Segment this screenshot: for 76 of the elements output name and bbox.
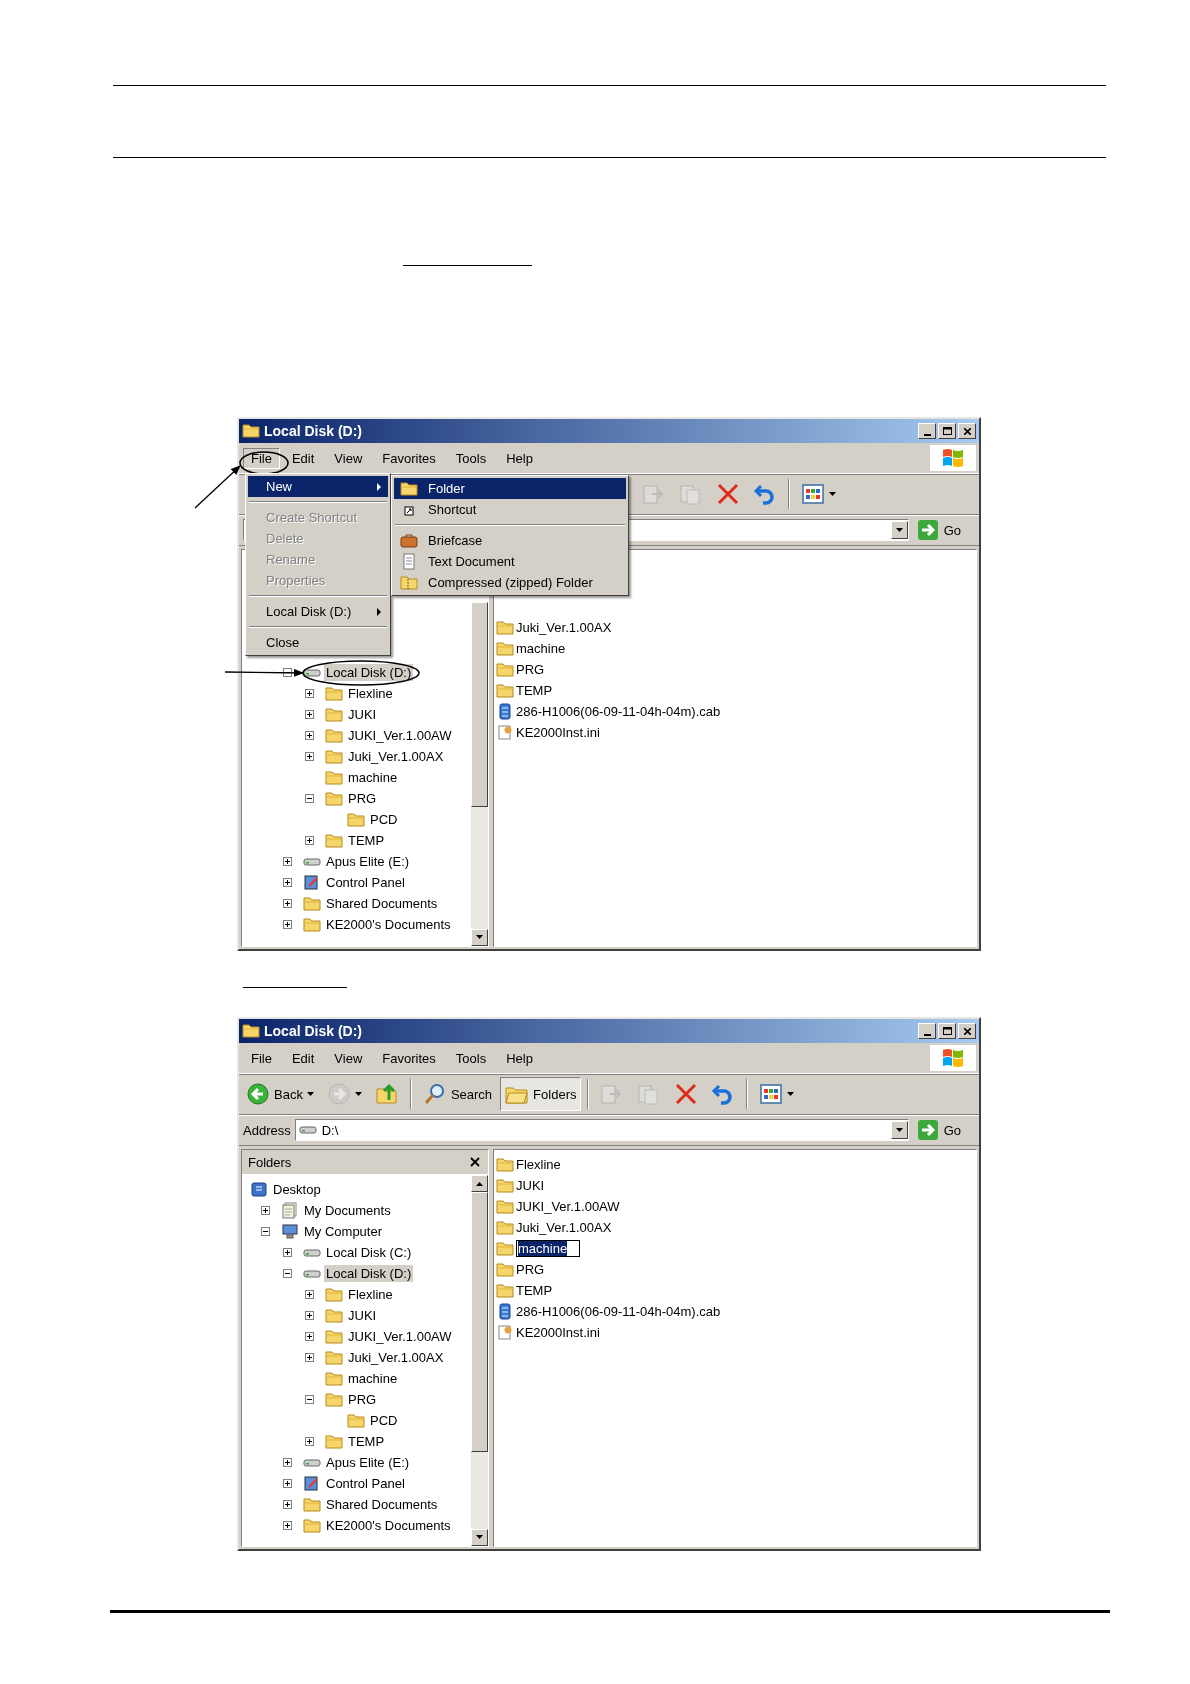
menu-item[interactable]: View	[326, 1047, 371, 1069]
menu-item[interactable]: Favorites	[374, 1047, 444, 1069]
pane-title: Folders	[248, 1154, 292, 1170]
back-button[interactable]: Back	[241, 1077, 319, 1111]
rename-field[interactable]: machine	[516, 1240, 581, 1257]
menu-item[interactable]: File	[243, 447, 280, 469]
menu-item[interactable]: Folder	[394, 478, 626, 499]
menu-item[interactable]: Tools	[447, 1047, 495, 1069]
menu-item[interactable]: File	[243, 1047, 280, 1069]
search-button[interactable]: Search	[417, 1077, 498, 1111]
menu-item[interactable]: Edit	[283, 1047, 323, 1069]
tree-item[interactable]: Desktop	[271, 1181, 323, 1198]
listing-entry[interactable]: Juki_Ver.1.00AX	[516, 620, 612, 635]
go-button[interactable]: Go	[912, 519, 975, 541]
tree-item[interactable]: JUKI_Ver.1.00AW	[346, 1328, 454, 1345]
listing-entry[interactable]: Flexline	[516, 1157, 561, 1172]
go-button[interactable]: Go	[912, 1119, 975, 1141]
listing-entry[interactable]: 286-H1006(06-09-11-04h-04m).cab	[516, 1304, 721, 1319]
tree-item[interactable]: machine	[346, 769, 400, 786]
tree-item[interactable]: Control Panel	[324, 874, 407, 891]
tree-item[interactable]: Shared Documents	[324, 1496, 440, 1513]
window-title: Local Disk (D:)	[264, 1023, 362, 1039]
tree-item[interactable]: JUKI	[346, 1307, 379, 1324]
tree-item[interactable]: Apus Elite (E:)	[324, 853, 412, 870]
tree-item[interactable]: machine	[346, 1370, 400, 1387]
tree-item[interactable]: JUKI	[346, 706, 379, 723]
listing-entry[interactable]: Juki_Ver.1.00AX	[516, 1220, 612, 1235]
listing-entry[interactable]: 286-H1006(06-09-11-04h-04m).cab	[516, 704, 721, 719]
listing-entry[interactable]: JUKI	[516, 1178, 545, 1193]
menu-item[interactable]: Local Disk (D:)	[248, 601, 388, 622]
menu-item[interactable]: Shortcut	[394, 499, 626, 520]
tree-item[interactable]: PCD	[368, 811, 400, 828]
menu-item[interactable]: View	[326, 447, 371, 469]
address-value: D:\	[321, 1122, 339, 1138]
tree-item[interactable]: My Computer	[302, 1223, 385, 1240]
listing-entry[interactable]: JUKI_Ver.1.00AW	[516, 1199, 620, 1214]
listing-entry[interactable]: KE2000Inst.ini	[516, 1325, 600, 1340]
address-label: Address	[243, 1122, 291, 1138]
tree-item[interactable]: PCD	[368, 1412, 400, 1429]
tree-item[interactable]: TEMP	[346, 832, 387, 849]
tree-item[interactable]: My Documents	[302, 1202, 393, 1219]
listing-entry[interactable]: PRG	[516, 1262, 545, 1277]
menu-item[interactable]: Help	[498, 447, 541, 469]
tree-item[interactable]: TEMP	[346, 1433, 387, 1450]
address-field[interactable]: D:\	[294, 1119, 909, 1141]
tree-item[interactable]: KE2000's Documents	[324, 1517, 453, 1534]
menu-item[interactable]: New	[248, 476, 388, 497]
menu-item[interactable]: Text Document	[394, 551, 626, 572]
tree-item[interactable]: KE2000's Documents	[324, 916, 453, 933]
menu-item[interactable]: Help	[498, 1047, 541, 1069]
tree-item[interactable]: PRG	[346, 1391, 379, 1408]
tree-item[interactable]: Juki_Ver.1.00AX	[346, 748, 446, 765]
menu-item[interactable]: Edit	[283, 447, 323, 469]
tree-item[interactable]: Apus Elite (E:)	[324, 1454, 412, 1471]
tree-item[interactable]: Local Disk (C:)	[324, 1244, 414, 1261]
menu-item[interactable]: Briefcase	[394, 530, 626, 551]
listing-entry[interactable]: machine	[516, 641, 566, 656]
menu-item[interactable]: Favorites	[374, 447, 444, 469]
menu-item[interactable]: Tools	[447, 447, 495, 469]
tree-item[interactable]: Juki_Ver.1.00AX	[346, 1349, 446, 1366]
tree-item[interactable]: Local Disk (D:)	[324, 1265, 414, 1282]
menu-item[interactable]: Compressed (zipped) Folder	[394, 572, 626, 593]
tree-item[interactable]: PRG	[346, 790, 379, 807]
listing-entry[interactable]: PRG	[516, 662, 545, 677]
tree-item[interactable]: Shared Documents	[324, 895, 440, 912]
tree-item[interactable]: JUKI_Ver.1.00AW	[346, 727, 454, 744]
tree-item[interactable]: Flexline	[346, 685, 395, 702]
tree-item[interactable]: Local Disk (D:)	[324, 664, 414, 681]
listing-entry[interactable]: KE2000Inst.ini	[516, 725, 600, 740]
listing-entry[interactable]: TEMP	[516, 1283, 553, 1298]
tree-item[interactable]: Control Panel	[324, 1475, 407, 1492]
listing-entry[interactable]: TEMP	[516, 683, 553, 698]
menu-item[interactable]: Close	[248, 632, 388, 653]
window-title: Local Disk (D:)	[264, 423, 362, 439]
folders-button[interactable]: Folders	[500, 1077, 582, 1111]
tree-item[interactable]: Flexline	[346, 1286, 395, 1303]
